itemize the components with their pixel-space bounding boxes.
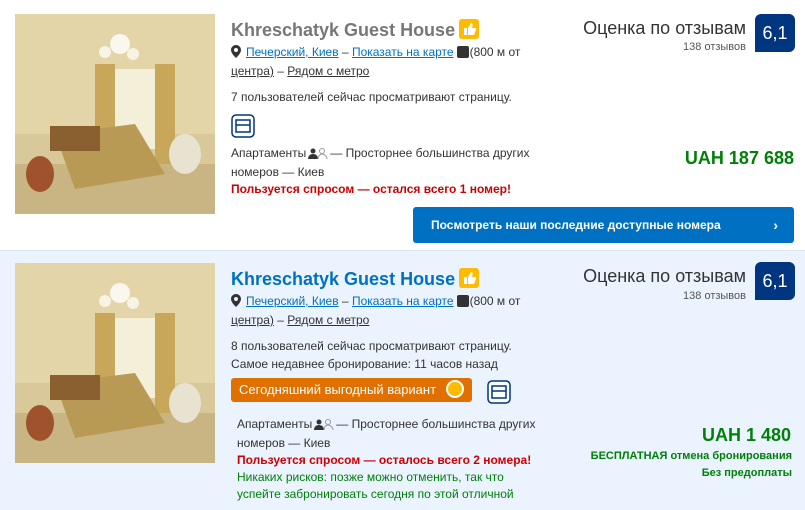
price: UAH 187 688 (684, 148, 794, 168)
review-count[interactable]: 138 отзывов (683, 41, 746, 53)
persons-icon (314, 418, 334, 435)
free-cancel-bold: БЕСПЛАТНАЯ (590, 450, 668, 462)
hotel-card-1: Khreschatyk Guest House Печерский, Киев … (0, 0, 805, 250)
building-icon (487, 380, 511, 404)
persons-icon (308, 147, 328, 164)
location-line-2: Печерский, Киев – Показать на карте (800 … (231, 292, 531, 330)
hotel-name-text-2[interactable]: Khreschatyk Guest House (231, 269, 455, 289)
no-risk-text: Никаких рисков: позже можно отменить, та… (237, 469, 537, 503)
location-line: Печерский, Киев – Показать на карте (800 … (231, 43, 531, 81)
cta-label: Посмотреть наши последние доступные номе… (431, 218, 721, 232)
demand-text-2: Пользуется спросом — осталось всего 2 но… (237, 453, 532, 467)
hotel-name[interactable]: Khreschatyk Guest House (231, 19, 480, 41)
no-risk-line-1: Никаких рисков: позже можно отменить, та… (237, 470, 504, 484)
dash: – (341, 45, 349, 59)
distance-text: (800 м от (469, 45, 521, 59)
room-desc-3: — Просторнее большинства других (336, 417, 536, 431)
review-score-label-2[interactable]: Оценка по отзывам (583, 266, 746, 287)
show-on-map-link-2[interactable]: Показать на карте (352, 294, 454, 308)
metro-label: Рядом с метро (287, 64, 370, 78)
hotel-name-2[interactable]: Khreschatyk Guest House (231, 268, 480, 290)
review-count-2[interactable]: 138 отзывов (683, 290, 746, 302)
viewers-text-2: 8 пользователей сейчас просматривают стр… (231, 339, 512, 353)
demand-text: Пользуется спросом — остался всего 1 ном… (231, 182, 512, 196)
distance-text-4: центра) (231, 313, 274, 327)
free-cancel-rest: отмена бронирования (670, 450, 792, 462)
room-desc: — Просторнее большинства других (330, 146, 530, 160)
todays-deal-badge[interactable]: Сегодняшний выгодный вариант (231, 378, 473, 402)
dash-3: – (341, 294, 349, 308)
show-on-map-link[interactable]: Показать на карте (352, 45, 454, 59)
hotel-name-text[interactable]: Khreschatyk Guest House (231, 20, 455, 40)
room-info: Апартаменты — Просторнее большинства друг… (231, 145, 541, 198)
map-icon (456, 46, 469, 58)
see-available-rooms-button[interactable]: Посмотреть наши последние доступные номе… (413, 207, 794, 243)
room-info-2: Апартаменты — Просторнее большинства друг… (237, 416, 547, 469)
dash-2: – (277, 64, 284, 78)
district-link[interactable]: Печерский, Киев (246, 45, 339, 59)
dash-4: – (277, 313, 284, 327)
viewers-text: 7 пользователей сейчас просматривают стр… (231, 90, 512, 104)
district-link-2[interactable]: Печерский, Киев (246, 294, 339, 308)
free-cancellation: БЕСПЛАТНАЯ отмена бронирования (591, 450, 792, 462)
room-desc-4: номеров — Киев (237, 436, 331, 450)
no-risk-line-2: успейте забронировать сегодня по этой от… (237, 487, 514, 501)
hotel-photo-2[interactable] (15, 263, 215, 463)
map-icon (456, 295, 469, 307)
deal-badge-icon (446, 380, 465, 398)
review-score-label[interactable]: Оценка по отзывам (583, 18, 746, 39)
room-desc-2: номеров — Киев (231, 165, 325, 179)
deal-label: Сегодняшний выгодный вариант (239, 382, 437, 397)
thumbs-up-icon (459, 268, 480, 288)
distance-text-2: центра) (231, 64, 274, 78)
room-type-2: Апартаменты (237, 417, 313, 431)
review-score-badge[interactable]: 6,1 (755, 14, 795, 52)
distance-text-3: (800 м от (469, 294, 521, 308)
thumbs-up-icon (459, 19, 480, 39)
chevron-right-icon: › (773, 217, 778, 233)
last-booking-text: Самое недавнее бронирование: 11 часов на… (231, 357, 498, 371)
map-pin-icon (231, 45, 241, 58)
map-pin-icon (231, 294, 241, 307)
price-2: UAH 1 480 (701, 425, 791, 445)
review-score-badge-2[interactable]: 6,1 (755, 262, 795, 300)
room-type: Апартаменты (231, 146, 307, 160)
hotel-photo[interactable] (15, 14, 215, 214)
metro-label-2: Рядом с метро (287, 313, 370, 327)
no-prepayment: Без предоплаты (701, 467, 792, 479)
building-icon (231, 114, 255, 138)
